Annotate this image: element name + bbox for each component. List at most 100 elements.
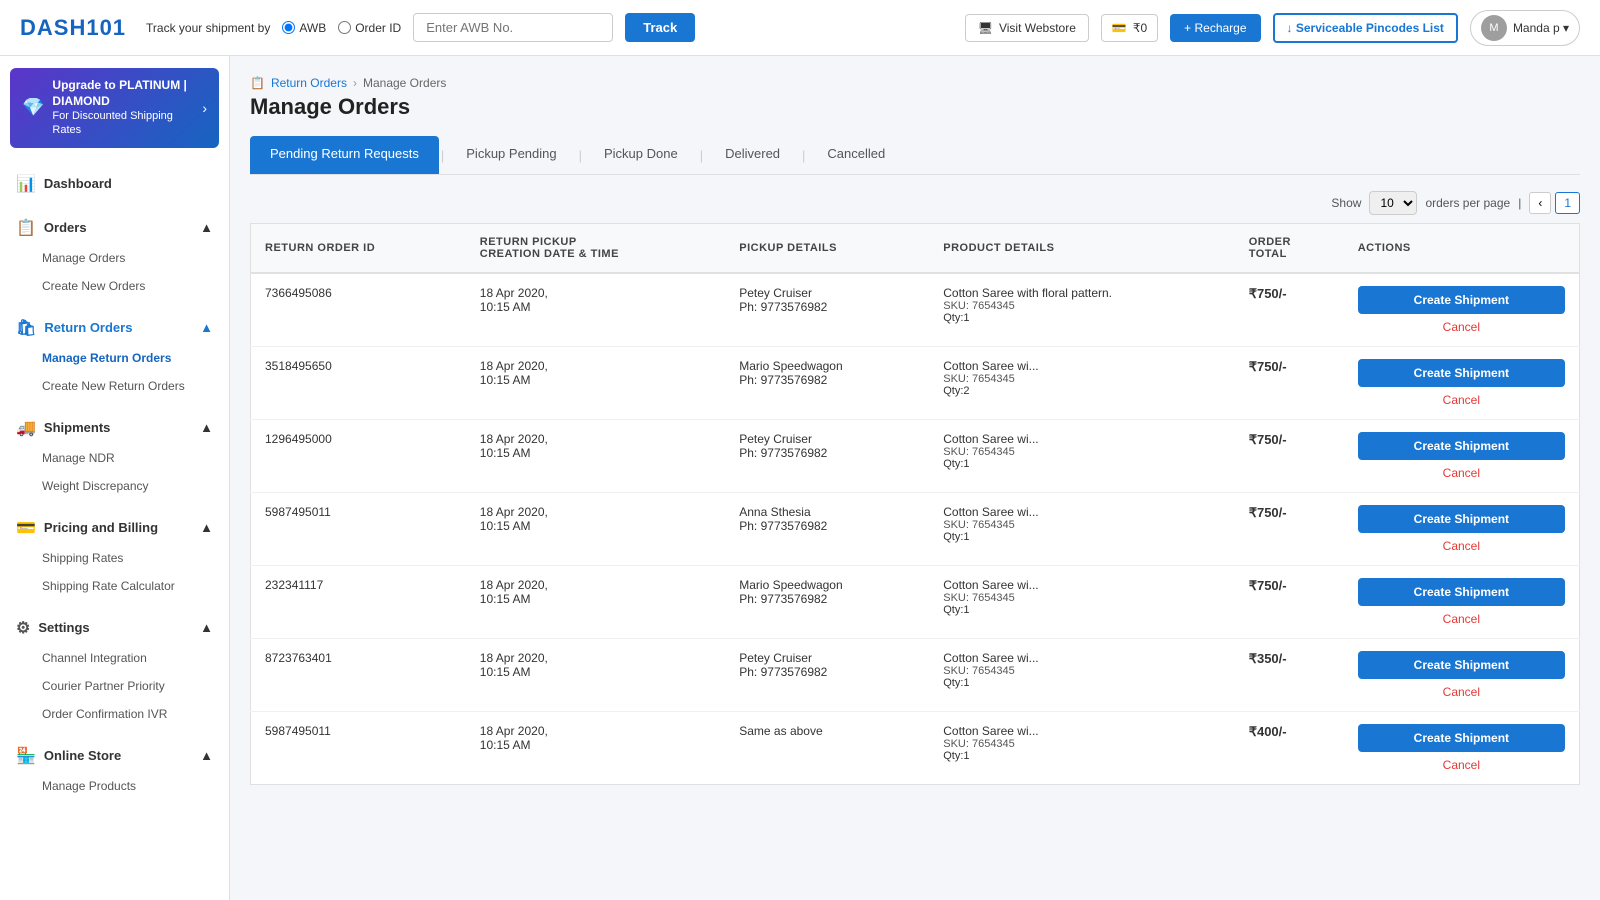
cancel-button-6[interactable]: Cancel [1358, 758, 1565, 772]
sidebar-item-dashboard[interactable]: 📊 Dashboard [0, 164, 229, 200]
cancel-button-1[interactable]: Cancel [1358, 393, 1565, 407]
radio-awb-text: AWB [299, 21, 326, 35]
avatar: M [1481, 15, 1507, 41]
sidebar-item-channel-integration[interactable]: Channel Integration [0, 644, 229, 672]
create-shipment-button-1[interactable]: Create Shipment [1358, 359, 1565, 387]
sidebar-item-rate-calculator[interactable]: Shipping Rate Calculator [0, 572, 229, 600]
upgrade-icon: 💎 [22, 97, 44, 118]
sidebar-item-pricing[interactable]: 💳 Pricing and Billing ▲ [0, 508, 229, 544]
sidebar-item-courier-priority[interactable]: Courier Partner Priority [0, 672, 229, 700]
product-name-1: Cotton Saree wi... [943, 359, 1220, 373]
create-shipment-button-4[interactable]: Create Shipment [1358, 578, 1565, 606]
sidebar-item-create-orders[interactable]: Create New Orders [0, 272, 229, 300]
sidebar-item-manage-products[interactable]: Manage Products [0, 772, 229, 800]
prev-page-button[interactable]: ‹ [1529, 192, 1551, 214]
radio-awb-label[interactable]: AWB [282, 21, 326, 35]
tab-sep-4: | [800, 148, 807, 163]
cancel-button-4[interactable]: Cancel [1358, 612, 1565, 626]
cell-return-order-id-6: 5987495011 [251, 712, 466, 785]
sidebar-section-dashboard: 📊 Dashboard [0, 160, 229, 204]
tab-cancelled[interactable]: Cancelled [807, 136, 905, 174]
sidebar-item-settings[interactable]: ⚙ Settings ▲ [0, 608, 229, 644]
settings-label: Settings [38, 620, 89, 635]
return-orders-icon: 🛍 [16, 318, 36, 338]
pickup-phone-5: Ph: 9773576982 [739, 665, 915, 679]
orders-label: Orders [44, 220, 87, 235]
sidebar-item-create-return-orders[interactable]: Create New Return Orders [0, 372, 229, 400]
col-creation-date: RETURN PICKUPCREATION DATE & TIME [466, 224, 725, 274]
sidebar-section-online-store: 🏪 Online Store ▲ Manage Products [0, 732, 229, 804]
pickup-name-4: Mario Speedwagon [739, 578, 915, 592]
sidebar-item-orders[interactable]: 📋 Orders ▲ [0, 208, 229, 244]
online-store-label: Online Store [44, 748, 121, 763]
sidebar-item-online-store[interactable]: 🏪 Online Store ▲ [0, 736, 229, 772]
sidebar-section-orders: 📋 Orders ▲ Manage Orders Create New Orde… [0, 204, 229, 304]
user-menu[interactable]: M Manda p ▾ [1470, 10, 1580, 46]
col-product-details: PRODUCT DETAILS [929, 224, 1234, 274]
tab-delivered[interactable]: Delivered [705, 136, 800, 174]
sidebar-item-weight-discrepancy[interactable]: Weight Discrepancy [0, 472, 229, 500]
sidebar-item-manage-orders[interactable]: Manage Orders [0, 244, 229, 272]
pickup-phone-1: Ph: 9773576982 [739, 373, 915, 387]
create-shipment-button-3[interactable]: Create Shipment [1358, 505, 1565, 533]
pincodes-button[interactable]: ↓ Serviceable Pincodes List [1273, 13, 1458, 43]
radio-awb[interactable] [282, 21, 295, 34]
cell-actions-2: Create Shipment Cancel [1344, 420, 1580, 493]
sidebar-item-shipping-rates[interactable]: Shipping Rates [0, 544, 229, 572]
create-shipment-button-0[interactable]: Create Shipment [1358, 286, 1565, 314]
cell-creation-date-3: 18 Apr 2020,10:15 AM [466, 493, 725, 566]
tab-pickup-done[interactable]: Pickup Done [584, 136, 698, 174]
order-total-value-0: ₹750/- [1249, 286, 1287, 301]
product-name-0: Cotton Saree with floral pattern. [943, 286, 1220, 300]
cancel-button-3[interactable]: Cancel [1358, 539, 1565, 553]
cell-return-order-id-5: 8723763401 [251, 639, 466, 712]
track-button[interactable]: Track [625, 13, 695, 42]
product-sku-6: SKU: 7654345 [943, 738, 1220, 750]
tab-pickup-pending[interactable]: Pickup Pending [446, 136, 576, 174]
radio-orderid-label[interactable]: Order ID [338, 21, 401, 35]
product-qty-4: Qty:1 [943, 604, 1220, 616]
radio-order-id[interactable] [338, 21, 351, 34]
sidebar-item-manage-return-orders[interactable]: Manage Return Orders [0, 344, 229, 372]
product-qty-0: Qty:1 [943, 312, 1220, 324]
recharge-button[interactable]: + Recharge [1170, 14, 1260, 42]
upgrade-banner[interactable]: 💎 Upgrade to PLATINUM | DIAMOND For Disc… [10, 68, 219, 148]
pricing-label: Pricing and Billing [44, 520, 158, 535]
tab-pending-return-requests[interactable]: Pending Return Requests [250, 136, 439, 174]
create-shipment-button-6[interactable]: Create Shipment [1358, 724, 1565, 752]
breadcrumb-parent[interactable]: Return Orders [271, 76, 347, 90]
cancel-button-0[interactable]: Cancel [1358, 320, 1565, 334]
product-sku-4: SKU: 7654345 [943, 592, 1220, 604]
order-total-value-3: ₹750/- [1249, 505, 1287, 520]
sidebar: 💎 Upgrade to PLATINUM | DIAMOND For Disc… [0, 56, 230, 900]
visit-webstore-button[interactable]: 🖥 Visit Webstore [965, 14, 1089, 42]
track-input[interactable] [413, 13, 613, 42]
sidebar-item-shipments[interactable]: 🚚 Shipments ▲ [0, 408, 229, 444]
page-title: Manage Orders [250, 94, 1580, 120]
breadcrumb-current: Manage Orders [363, 76, 446, 90]
cell-order-total-3: ₹750/- [1235, 493, 1344, 566]
sidebar-item-return-orders[interactable]: 🛍 Return Orders ▲ [0, 308, 229, 344]
sidebar-section-pricing: 💳 Pricing and Billing ▲ Shipping Rates S… [0, 504, 229, 604]
cell-pickup-details-4: Mario Speedwagon Ph: 9773576982 [725, 566, 929, 639]
sidebar-item-manage-ndr[interactable]: Manage NDR [0, 444, 229, 472]
cell-pickup-details-2: Petey Cruiser Ph: 9773576982 [725, 420, 929, 493]
cell-pickup-details-3: Anna Sthesia Ph: 9773576982 [725, 493, 929, 566]
table-row: 232341117 18 Apr 2020,10:15 AM Mario Spe… [251, 566, 1580, 639]
per-page-select[interactable]: 10 25 50 [1369, 191, 1417, 215]
cancel-button-5[interactable]: Cancel [1358, 685, 1565, 699]
create-shipment-button-2[interactable]: Create Shipment [1358, 432, 1565, 460]
create-shipment-button-5[interactable]: Create Shipment [1358, 651, 1565, 679]
cell-product-details-2: Cotton Saree wi... SKU: 7654345 Qty:1 [929, 420, 1234, 493]
cell-creation-date-2: 18 Apr 2020,10:15 AM [466, 420, 725, 493]
radio-orderid-text: Order ID [355, 21, 401, 35]
breadcrumb-separator: › [353, 76, 357, 90]
dashboard-icon: 📊 [16, 174, 36, 194]
cell-pickup-details-5: Petey Cruiser Ph: 9773576982 [725, 639, 929, 712]
table-row: 1296495000 18 Apr 2020,10:15 AM Petey Cr… [251, 420, 1580, 493]
sidebar-item-order-confirmation-ivr[interactable]: Order Confirmation IVR [0, 700, 229, 728]
cancel-button-2[interactable]: Cancel [1358, 466, 1565, 480]
tab-sep-3: | [698, 148, 705, 163]
cell-product-details-0: Cotton Saree with floral pattern. SKU: 7… [929, 273, 1234, 347]
shipments-chevron-icon: ▲ [200, 420, 213, 435]
